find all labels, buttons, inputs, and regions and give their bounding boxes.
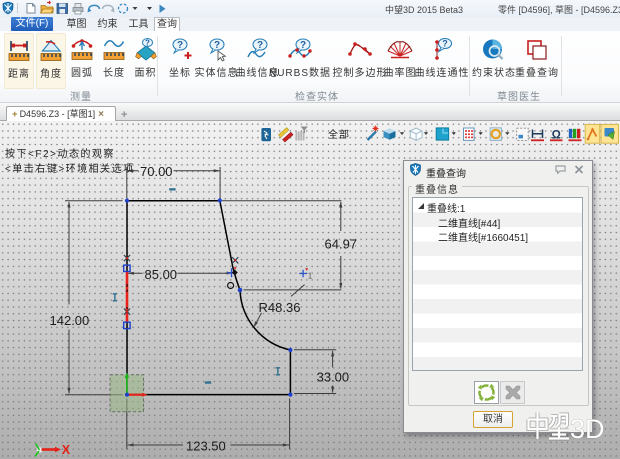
svg-text:?: ? bbox=[256, 40, 262, 51]
svg-text:70.00: 70.00 bbox=[140, 164, 173, 179]
svg-text:142.00: 142.00 bbox=[50, 313, 90, 328]
svg-text:123.50: 123.50 bbox=[186, 438, 226, 453]
svg-text:?: ? bbox=[145, 39, 150, 48]
svg-text:全部: 全部 bbox=[328, 128, 350, 141]
svg-text:?: ? bbox=[442, 39, 448, 49]
svg-text:64.97: 64.97 bbox=[325, 237, 358, 252]
svg-text:85.00: 85.00 bbox=[145, 267, 178, 282]
svg-text:33.00: 33.00 bbox=[317, 370, 350, 385]
svg-text:R48.36: R48.36 bbox=[259, 300, 301, 315]
svg-text:?: ? bbox=[213, 40, 219, 51]
svg-text:?: ? bbox=[177, 40, 183, 51]
svg-text:?: ? bbox=[300, 40, 306, 51]
svg-text:1: 1 bbox=[308, 272, 313, 281]
svg-text:X: X bbox=[62, 443, 71, 457]
svg-text:3D: 3D bbox=[570, 414, 605, 442]
